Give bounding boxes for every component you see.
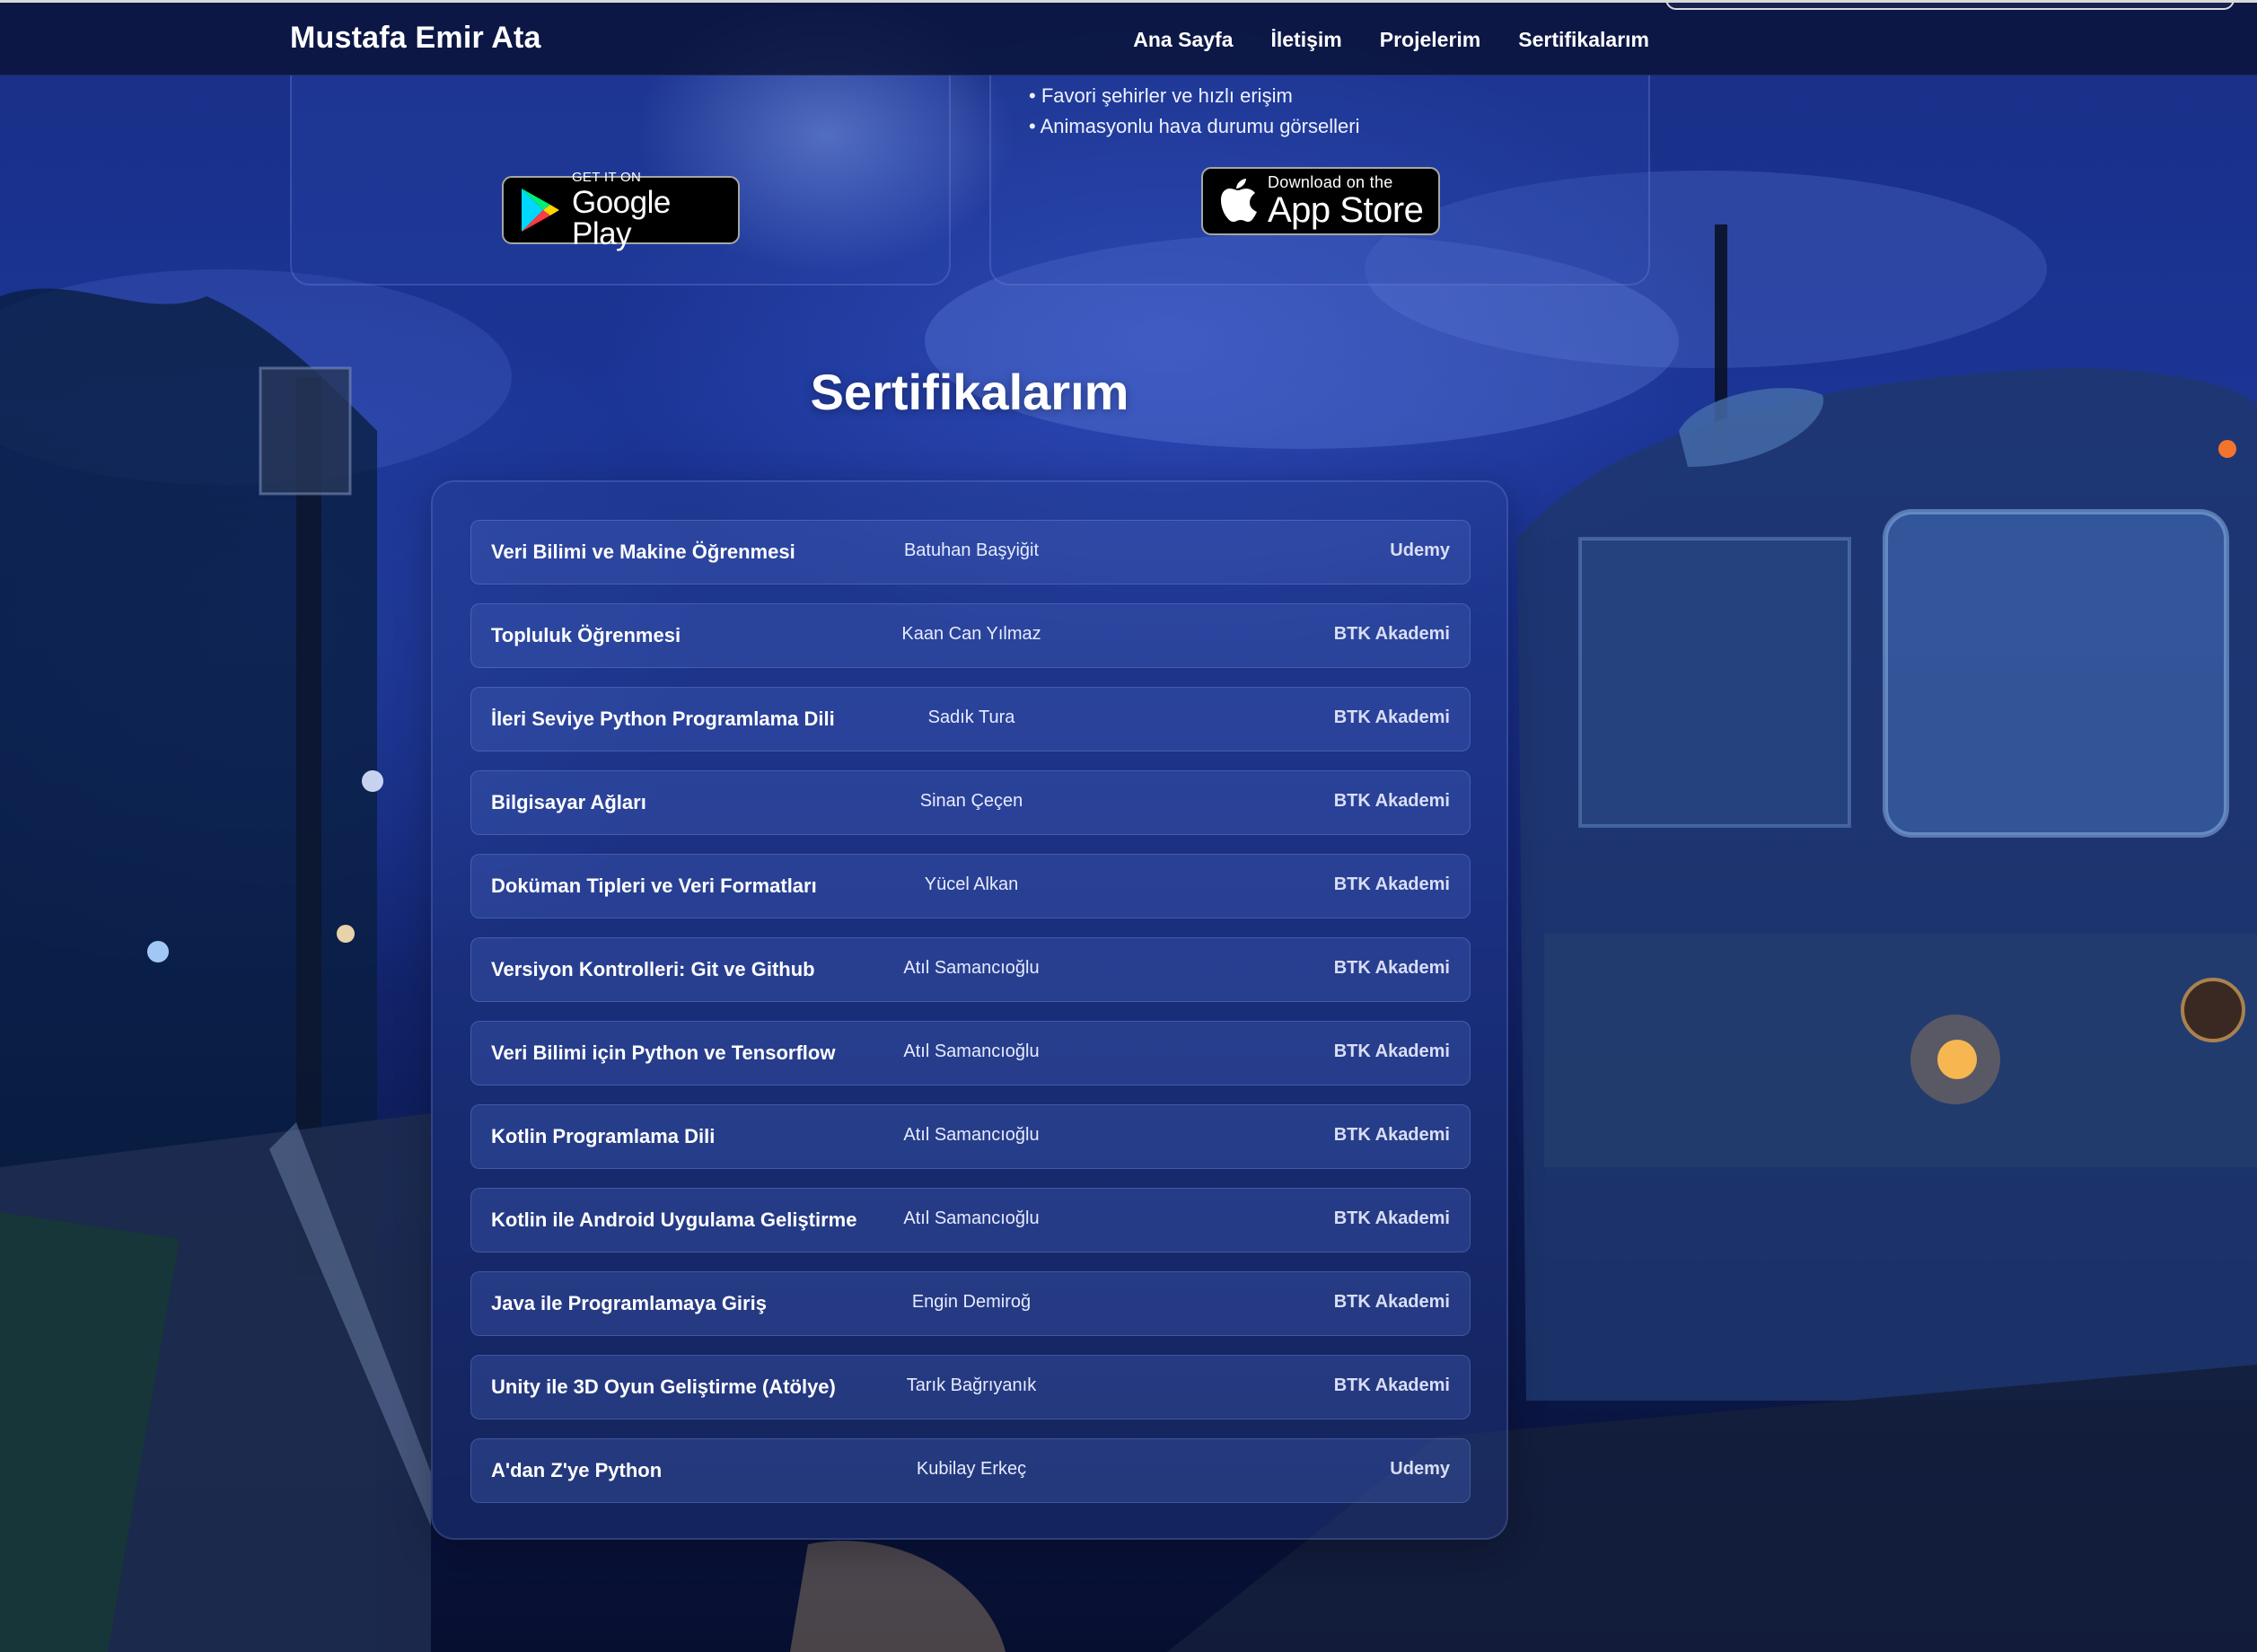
certificate-row[interactable]: Veri Bilimi için Python ve Tensorflow Atı… xyxy=(470,1021,1471,1085)
certificate-name: Kotlin ile Android Uygulama Geliştirme xyxy=(491,1208,857,1231)
certificate-row[interactable]: Doküman Tipleri ve Veri Formatları Yücel … xyxy=(470,854,1471,918)
certificate-provider: BTK Akademi xyxy=(1333,1375,1450,1395)
certificate-provider: BTK Akademi xyxy=(1333,791,1450,811)
certificate-instructor: Kubilay Erkeç xyxy=(916,1459,1027,1479)
project-feature-item: Animasyonlu hava durumu görselleri xyxy=(1029,111,1360,142)
site-brand[interactable]: Mustafa Emir Ata xyxy=(290,21,541,56)
nav-link-contact[interactable]: İletişim xyxy=(1270,28,1341,52)
certificate-row[interactable]: Topluluk Öğrenmesi Kaan Can Yılmaz BTK Aka… xyxy=(470,603,1471,668)
certificate-provider: BTK Akademi xyxy=(1333,707,1450,727)
certificate-provider: BTK Akademi xyxy=(1333,958,1450,978)
certificate-instructor: Yücel Alkan xyxy=(924,874,1019,894)
certificate-instructor: Atıl Samancıoğlu xyxy=(903,1125,1040,1145)
certificate-name: Unity ile 3D Oyun Geliştirme (Atölye) xyxy=(491,1375,836,1398)
google-badge-big-text: Google Play xyxy=(571,185,671,251)
certificate-name: Doküman Tipleri ve Veri Formatları xyxy=(491,874,817,897)
nav-link-projects[interactable]: Projelerim xyxy=(1380,28,1481,52)
certificate-name: Veri Bilimi ve Makine Öğrenmesi xyxy=(491,540,795,563)
nav-link-certificates[interactable]: Sertifikalarım xyxy=(1518,28,1649,52)
certificates-panel: Veri Bilimi ve Makine Öğrenmesi Batuhan B… xyxy=(431,480,1508,1540)
certificate-provider: BTK Akademi xyxy=(1333,624,1450,644)
certificates-heading: Sertifikalarım xyxy=(810,364,1129,420)
apple-badge-small-text: Download on the xyxy=(1268,173,1393,191)
certificate-instructor: Atıl Samancıoğlu xyxy=(903,1041,1040,1061)
nav-links: Ana Sayfa İletişim Projelerim Sertifikal… xyxy=(1133,28,1649,52)
certificate-name: A'dan Z'ye Python xyxy=(491,1459,663,1481)
nav-link-home[interactable]: Ana Sayfa xyxy=(1133,28,1233,52)
certificate-name: Versiyon Kontrolleri: Git ve Github xyxy=(491,958,815,980)
certificate-row[interactable]: Kotlin Programlama Dili Atıl Samancıoğlu B… xyxy=(470,1104,1471,1169)
app-store-badge[interactable]: Download on the App Store xyxy=(1201,167,1440,235)
certificate-row[interactable]: Versiyon Kontrolleri: Git ve Github Atıl … xyxy=(470,937,1471,1002)
certificate-provider: Udemy xyxy=(1390,540,1450,560)
google-badge-small-text: GET IT ON xyxy=(571,170,642,185)
certificate-instructor: Batuhan Başyiğit xyxy=(903,540,1040,560)
google-play-badge[interactable]: GET IT ON Google Play xyxy=(502,171,740,250)
apple-icon xyxy=(1221,179,1257,222)
browser-chrome-fragment xyxy=(1665,0,2235,10)
top-navbar: Mustafa Emir Ata Ana Sayfa İletişim Proj… xyxy=(0,0,2257,75)
certificate-name: Java ile Programlamaya Giriş xyxy=(491,1292,767,1314)
apple-badge-big-text: App Store xyxy=(1268,190,1424,230)
certificate-instructor: Sinan Çeçen xyxy=(919,791,1023,811)
certificate-row[interactable]: Kotlin ile Android Uygulama Geliştirme At… xyxy=(470,1188,1471,1252)
certificate-row[interactable]: Java ile Programlamaya Giriş Engin Demiro… xyxy=(470,1271,1471,1336)
certificate-instructor: Sadık Tura xyxy=(927,707,1015,727)
certificate-row[interactable]: Veri Bilimi ve Makine Öğrenmesi Batuhan B… xyxy=(470,520,1471,584)
certificate-name: Veri Bilimi için Python ve Tensorflow xyxy=(491,1041,836,1064)
certificate-row[interactable]: Unity ile 3D Oyun Geliştirme (Atölye) Tar… xyxy=(470,1355,1471,1419)
certificate-name: Bilgisayar Ağları xyxy=(491,791,646,813)
certificate-row[interactable]: İleri Seviye Python Programlama Dili Sadı… xyxy=(470,687,1471,751)
project-feature-list: Favori şehirler ve hızlı erişim Animasyo… xyxy=(1029,81,1360,142)
certificate-row[interactable]: A'dan Z'ye Python Kubilay Erkeç Udemy xyxy=(470,1438,1471,1503)
certificate-name: Topluluk Öğrenmesi xyxy=(491,624,681,646)
certificate-row[interactable]: Bilgisayar Ağları Sinan Çeçen BTK Akademi xyxy=(470,770,1471,835)
certificate-provider: BTK Akademi xyxy=(1333,874,1450,894)
certificate-provider: Udemy xyxy=(1390,1459,1450,1479)
project-card-right: Favori şehirler ve hızlı erişim Animasyo… xyxy=(989,75,1650,286)
certificate-name: İleri Seviye Python Programlama Dili xyxy=(491,707,835,730)
certificate-provider: BTK Akademi xyxy=(1333,1125,1450,1145)
certificate-instructor: Kaan Can Yılmaz xyxy=(901,624,1041,644)
certificate-provider: BTK Akademi xyxy=(1333,1208,1450,1228)
certificate-name: Kotlin Programlama Dili xyxy=(491,1125,716,1147)
certificate-provider: BTK Akademi xyxy=(1333,1041,1450,1061)
google-play-icon xyxy=(521,189,559,232)
certificate-instructor: Atıl Samancıoğlu xyxy=(903,1208,1040,1228)
certificate-list: Veri Bilimi ve Makine Öğrenmesi Batuhan B… xyxy=(470,520,1471,1522)
project-card-left: GET IT ON Google Play xyxy=(290,75,951,286)
project-feature-item: Favori şehirler ve hızlı erişim xyxy=(1029,81,1359,111)
certificate-instructor: Atıl Samancıoğlu xyxy=(903,958,1040,978)
certificate-provider: BTK Akademi xyxy=(1333,1292,1450,1312)
certificate-instructor: Tarık Bağrıyanık xyxy=(906,1375,1037,1395)
certificate-instructor: Engin Demiroğ xyxy=(911,1292,1032,1312)
